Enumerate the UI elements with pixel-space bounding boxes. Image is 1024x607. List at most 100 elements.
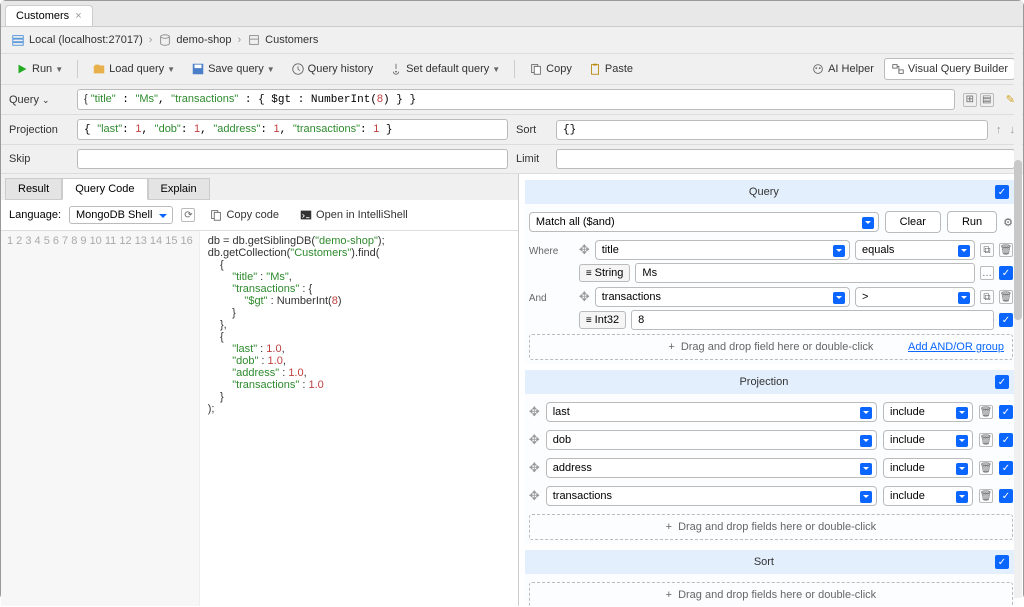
more-icon[interactable]: … — [980, 266, 994, 280]
trash-icon[interactable]: 🗑 — [979, 461, 993, 475]
breadcrumb: Local (localhost:27017) › demo-shop › Cu… — [1, 27, 1023, 54]
trash-icon[interactable]: 🗑 — [979, 433, 993, 447]
trash-icon[interactable]: 🗑 — [999, 290, 1013, 304]
run-button[interactable]: Run▼ — [9, 59, 69, 79]
projection-label: Projection — [9, 124, 69, 136]
mode-select[interactable]: include — [883, 486, 973, 506]
drop-zone[interactable]: + Drag and drop fields here or double-cl… — [529, 514, 1013, 540]
limit-label: Limit — [516, 153, 548, 165]
value-input[interactable]: Ms — [635, 263, 975, 283]
tab-query-code[interactable]: Query Code — [62, 178, 147, 200]
code-editor[interactable]: 1 2 3 4 5 6 7 8 9 10 11 12 13 14 15 16 d… — [1, 231, 518, 606]
close-icon[interactable]: × — [75, 10, 81, 22]
copy-code-button[interactable]: Copy code — [203, 205, 285, 225]
gear-icon[interactable]: ⚙ — [1003, 216, 1013, 229]
add-group-link[interactable]: Add AND/OR group — [908, 341, 1004, 353]
sort-asc-icon[interactable]: ↑ — [996, 124, 1002, 136]
visual-query-builder-panel: Query✓ Match all ($and) Clear Run ⚙ Wher… — [519, 174, 1023, 606]
field-select[interactable]: address — [546, 458, 877, 478]
mode-select[interactable]: include — [883, 458, 973, 478]
cond-enabled-checkbox[interactable]: ✓ — [999, 313, 1013, 327]
copy-button[interactable]: Copy — [523, 59, 578, 79]
chevron-right-icon: › — [237, 34, 241, 46]
vqb-sort-header: Sort — [533, 556, 995, 568]
query-label: Query ⌄ — [9, 94, 69, 106]
drop-zone[interactable]: + Drag and drop field here or double-cli… — [529, 334, 1013, 360]
field-select[interactable]: title — [595, 240, 850, 260]
set-default-query-button[interactable]: Set default query▼ — [383, 59, 506, 79]
drop-zone[interactable]: + Drag and drop fields here or double-cl… — [529, 582, 1013, 606]
vqb-query-header: Query — [533, 186, 995, 198]
scrollbar-thumb[interactable] — [1014, 160, 1022, 320]
mode-select[interactable]: include — [883, 430, 973, 450]
sort-enabled-checkbox[interactable]: ✓ — [995, 555, 1009, 569]
and-label: And — [529, 287, 575, 304]
tab-result[interactable]: Result — [5, 178, 62, 200]
drag-handle-icon[interactable]: ✥ — [579, 289, 590, 305]
field-select[interactable]: transactions — [595, 287, 850, 307]
sort-label: Sort — [516, 124, 548, 136]
drag-handle-icon[interactable]: ✥ — [579, 242, 590, 258]
cond-enabled-checkbox[interactable]: ✓ — [999, 266, 1013, 280]
operator-select[interactable]: equals — [855, 240, 975, 260]
query-input[interactable]: { "title" : "Ms", "transactions" : { $gt… — [77, 89, 955, 110]
result-tabs: Result Query Code Explain — [1, 174, 518, 200]
trash-icon[interactable]: 🗑 — [979, 405, 993, 419]
run-button[interactable]: Run — [947, 211, 997, 233]
open-intellishell-button[interactable]: Open in IntelliShell — [293, 205, 414, 225]
tab-customers[interactable]: Customers × — [5, 5, 93, 26]
drag-handle-icon[interactable]: ✥ — [529, 460, 540, 476]
proj-enabled-checkbox[interactable]: ✓ — [999, 405, 1013, 419]
ai-helper-button[interactable]: AI Helper — [805, 59, 880, 79]
drag-handle-icon[interactable]: ✥ — [529, 488, 540, 504]
copy-icon[interactable]: ⧉ — [980, 290, 994, 304]
proj-enabled-checkbox[interactable]: ✓ — [999, 461, 1013, 475]
skip-label: Skip — [9, 153, 69, 165]
query-history-button[interactable]: Query history — [285, 59, 379, 79]
copy-icon[interactable]: ⧉ — [980, 243, 994, 257]
language-label: Language: — [9, 209, 61, 221]
drag-handle-icon[interactable]: ✥ — [529, 432, 540, 448]
save-query-button[interactable]: Save query▼ — [185, 59, 281, 79]
where-label: Where — [529, 240, 575, 257]
tab-explain[interactable]: Explain — [148, 178, 210, 200]
sort-input[interactable]: {} — [556, 120, 988, 140]
query-row: Query ⌄ { "title" : "Ms", "transactions"… — [1, 85, 1023, 115]
scrollbar[interactable] — [1014, 30, 1022, 598]
refresh-icon[interactable]: ⟳ — [181, 208, 195, 222]
skip-input[interactable] — [77, 149, 508, 169]
projection-enabled-checkbox[interactable]: ✓ — [995, 375, 1009, 389]
paste-button[interactable]: Paste — [582, 59, 639, 79]
field-select[interactable]: dob — [546, 430, 877, 450]
match-select[interactable]: Match all ($and) — [529, 212, 879, 232]
type-tag[interactable]: ≡ Int32 — [579, 311, 626, 329]
field-select[interactable]: transactions — [546, 486, 877, 506]
language-select[interactable]: MongoDB Shell — [69, 206, 173, 224]
code-text: db = db.getSiblingDB("demo-shop"); db.ge… — [200, 231, 393, 606]
chevron-right-icon: › — [149, 34, 153, 46]
projection-input[interactable]: { "last": 1, "dob": 1, "address": 1, "tr… — [77, 119, 508, 140]
query-opt1-icon[interactable]: ⊞ — [963, 93, 977, 107]
trash-icon[interactable]: 🗑 — [999, 243, 1013, 257]
clear-button[interactable]: Clear — [885, 211, 941, 233]
trash-icon[interactable]: 🗑 — [979, 489, 993, 503]
proj-enabled-checkbox[interactable]: ✓ — [999, 489, 1013, 503]
tab-title: Customers — [16, 10, 69, 22]
breadcrumb-collection[interactable]: Customers — [247, 33, 318, 47]
proj-enabled-checkbox[interactable]: ✓ — [999, 433, 1013, 447]
toolbar: Run▼ Load query▼ Save query▼ Query histo… — [1, 54, 1023, 85]
visual-query-builder-button[interactable]: Visual Query Builder — [884, 58, 1015, 80]
operator-select[interactable]: > — [855, 287, 975, 307]
query-enabled-checkbox[interactable]: ✓ — [995, 185, 1009, 199]
value-input[interactable]: 8 — [631, 310, 994, 330]
field-select[interactable]: last — [546, 402, 877, 422]
query-opt2-icon[interactable]: ▤ — [980, 93, 994, 107]
drag-handle-icon[interactable]: ✥ — [529, 404, 540, 420]
mode-select[interactable]: include — [883, 402, 973, 422]
load-query-button[interactable]: Load query▼ — [86, 59, 181, 79]
breadcrumb-host[interactable]: Local (localhost:27017) — [11, 33, 143, 47]
type-tag[interactable]: ≡ String — [579, 264, 631, 282]
breadcrumb-db[interactable]: demo-shop — [158, 33, 231, 47]
limit-input[interactable] — [556, 149, 1015, 169]
vqb-projection-header: Projection — [533, 376, 995, 388]
